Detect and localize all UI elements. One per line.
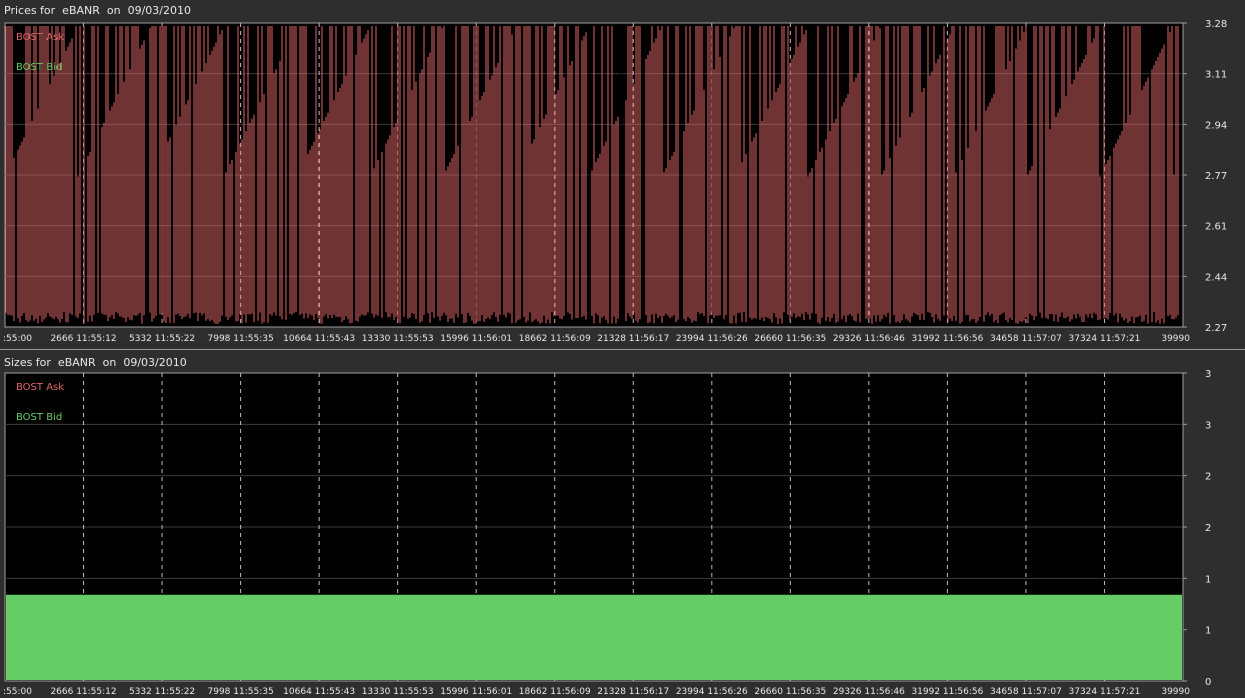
x-tick-label: 13330 11:55:53	[362, 687, 434, 697]
x-tick-label: 34658 11:57:07	[990, 334, 1062, 344]
x-tick-label: 5332 11:55:22	[129, 687, 195, 697]
x-tick-label: 18662 11:56:09	[519, 334, 591, 344]
x-tick-label: 31992 11:56:56	[911, 687, 983, 697]
y-tick-label: 3	[1205, 369, 1211, 380]
x-tick-label: 15996 11:56:01	[440, 687, 512, 697]
x-tick-label: 10664 11:55:43	[283, 334, 355, 344]
x-tick-label: 37324 11:57:21	[1069, 334, 1141, 344]
x-tick-label: 29326 11:56:46	[833, 334, 905, 344]
y-tick-label: 2.44	[1205, 272, 1227, 283]
x-tick-label: 21328 11:56:17	[597, 687, 669, 697]
legend-ask-label: BOST Ask	[16, 382, 64, 393]
y-tick-label: 1	[1205, 626, 1211, 637]
y-tick-label: 0	[1205, 677, 1211, 688]
y-tick-label: 2.27	[1205, 323, 1227, 334]
x-tick-label: 13330 11:55:53	[362, 334, 434, 344]
y-tick-label: 2	[1205, 472, 1211, 483]
x-tick-label: :55:00	[3, 334, 32, 344]
x-tick-label: 39990	[1161, 687, 1190, 697]
legend-bid-label: BOST Bid	[16, 62, 62, 73]
x-tick-label: 23994 11:56:26	[676, 334, 748, 344]
y-tick-label: 2.61	[1205, 222, 1227, 233]
x-tick-label: 39990	[1161, 334, 1190, 344]
charts-canvas: 3.28 3.11 2.94 2.77 2.61 2.44 2.27 :55:00 2666 1…	[3, 19, 1227, 697]
y-tick-label: 2	[1205, 523, 1211, 534]
legend-ask-label: BOST Ask	[16, 32, 64, 43]
x-tick-label: 31992 11:56:56	[911, 334, 983, 344]
x-tick-label: 2666 11:55:12	[50, 334, 116, 344]
y-tick-label: 2.94	[1205, 120, 1227, 131]
x-tick-label: :55:00	[3, 687, 32, 697]
y-tick-label: 3	[1205, 420, 1211, 431]
x-tick-label: 15996 11:56:01	[440, 334, 512, 344]
y-tick-label: 3.28	[1205, 19, 1227, 30]
x-tick-label: 7998 11:55:35	[208, 334, 274, 344]
x-tick-label: 5332 11:55:22	[129, 334, 195, 344]
x-tick-label: 26660 11:56:35	[754, 334, 826, 344]
legend-bid-label: BOST Bid	[16, 412, 62, 423]
series-bost-bid-area	[6, 594, 1182, 680]
x-tick-label: 10664 11:55:43	[283, 687, 355, 697]
x-tick-label: 2666 11:55:12	[50, 687, 116, 697]
x-tick-label: 34658 11:57:07	[990, 687, 1062, 697]
y-tick-label: 3.11	[1205, 70, 1227, 81]
x-tick-label: 37324 11:57:21	[1069, 687, 1141, 697]
x-tick-label: 29326 11:56:46	[833, 687, 905, 697]
x-tick-label: 7998 11:55:35	[208, 687, 274, 697]
x-tick-label: 26660 11:56:35	[754, 687, 826, 697]
x-tick-label: 23994 11:56:26	[676, 687, 748, 697]
x-tick-label: 18662 11:56:09	[519, 687, 591, 697]
y-tick-label: 2.77	[1205, 171, 1227, 182]
y-tick-label: 1	[1205, 574, 1211, 585]
x-tick-label: 21328 11:56:17	[597, 334, 669, 344]
